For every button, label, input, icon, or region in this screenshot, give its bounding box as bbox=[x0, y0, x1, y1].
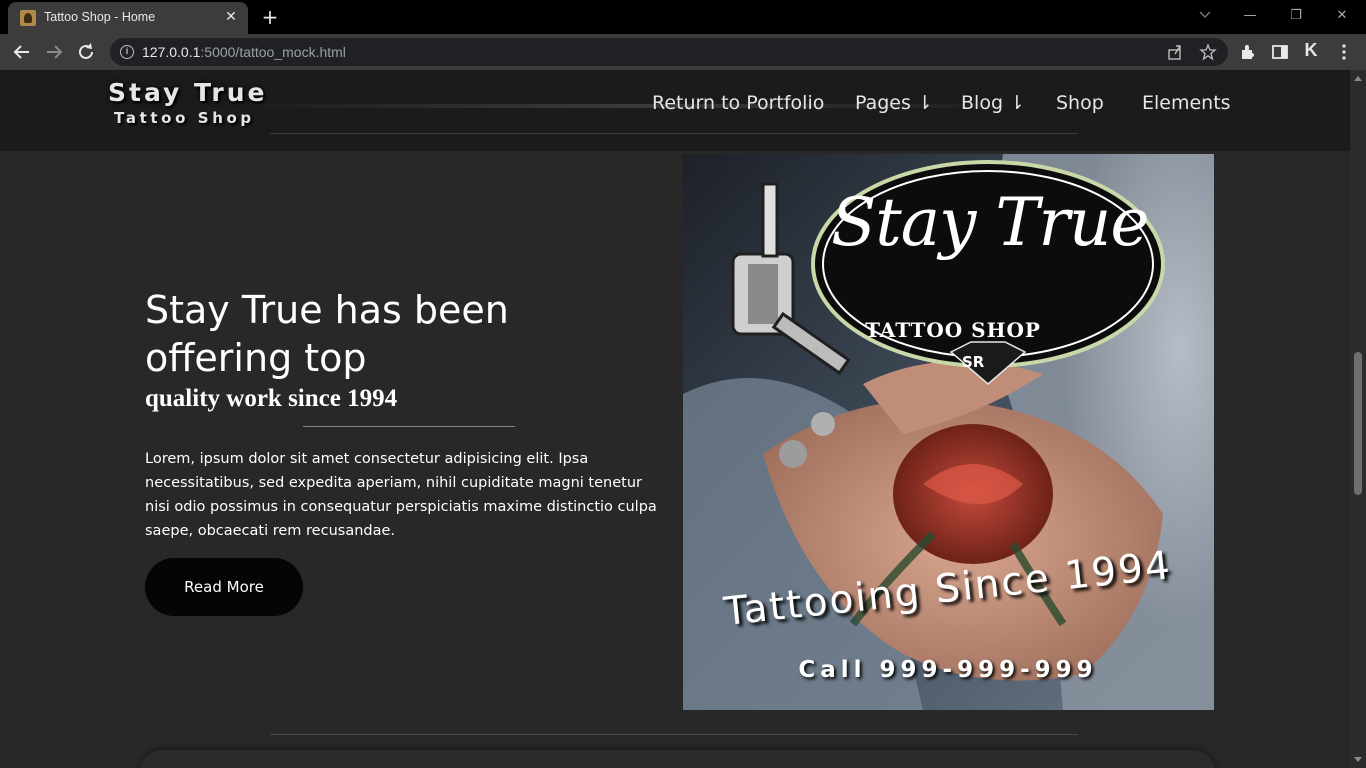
url-text[interactable]: 127.0.0.1:5000/tattoo_mock.html bbox=[142, 44, 346, 60]
forward-icon[interactable] bbox=[42, 40, 66, 64]
brand-logo[interactable]: Stay True Tattoo Shop bbox=[108, 78, 267, 127]
nav-shop[interactable]: Shop bbox=[1056, 92, 1104, 114]
next-section-card bbox=[140, 750, 1215, 768]
nav-blog[interactable]: Blog ⇂ bbox=[961, 92, 1025, 114]
tab-search-chevron-icon[interactable] bbox=[1196, 8, 1214, 22]
tab-title: Tattoo Shop - Home bbox=[44, 10, 156, 24]
hero-title: Stay True has been offering top bbox=[145, 288, 509, 380]
read-more-button[interactable]: Read More bbox=[145, 558, 303, 616]
tattoo-favicon-icon bbox=[20, 10, 36, 26]
hero-poster-image: Stay True TATTOO SHOP SR Tattooing Since… bbox=[683, 154, 1214, 710]
close-window-icon[interactable]: ✕ bbox=[1330, 6, 1354, 26]
address-bar[interactable]: i 127.0.0.1:5000/tattoo_mock.html bbox=[110, 38, 1228, 66]
new-tab-icon[interactable]: + bbox=[258, 6, 282, 28]
hero-subtitle: quality work since 1994 bbox=[145, 385, 398, 412]
browser-tab[interactable]: Tattoo Shop - Home ✕ bbox=[8, 2, 248, 34]
extensions-icon[interactable] bbox=[1238, 42, 1258, 62]
bookmark-star-icon[interactable] bbox=[1199, 43, 1217, 61]
browser-toolbar: i 127.0.0.1:5000/tattoo_mock.html K bbox=[0, 34, 1366, 70]
site-header: Stay True Tattoo Shop Return to Portfoli… bbox=[0, 70, 1350, 151]
minimize-icon[interactable]: — bbox=[1238, 6, 1262, 26]
scroll-up-arrow-icon[interactable] bbox=[1354, 76, 1362, 81]
section-divider bbox=[270, 734, 1078, 735]
page-scrollbar[interactable] bbox=[1350, 70, 1366, 768]
page-viewport: Stay True Tattoo Shop Return to Portfoli… bbox=[0, 70, 1350, 768]
poster-logo-script: Stay True bbox=[831, 184, 1150, 261]
share-icon[interactable] bbox=[1166, 43, 1184, 61]
reload-icon[interactable] bbox=[74, 40, 98, 64]
restore-icon[interactable]: ❐ bbox=[1284, 6, 1308, 26]
url-host: 127.0.0.1 bbox=[142, 44, 201, 60]
menu-icon[interactable] bbox=[1334, 42, 1354, 62]
info-icon[interactable]: i bbox=[120, 45, 134, 59]
brand-tagline: Tattoo Shop bbox=[114, 109, 255, 127]
side-panel-icon[interactable] bbox=[1270, 42, 1290, 62]
scroll-thumb[interactable] bbox=[1354, 352, 1362, 495]
hero-divider bbox=[303, 426, 515, 427]
browser-tab-bar: Tattoo Shop - Home ✕ + — ❐ ✕ bbox=[0, 0, 1366, 34]
hero-body-text: Lorem, ipsum dolor sit amet consectetur … bbox=[145, 451, 657, 539]
close-tab-icon[interactable]: ✕ bbox=[222, 8, 240, 26]
nav-elements[interactable]: Elements bbox=[1142, 92, 1231, 114]
back-icon[interactable] bbox=[10, 40, 34, 64]
header-divider bbox=[270, 133, 1078, 134]
profile-icon[interactable]: K bbox=[1301, 40, 1321, 60]
scroll-down-arrow-icon[interactable] bbox=[1354, 757, 1362, 762]
nav-pages[interactable]: Pages ⇂ bbox=[855, 92, 933, 114]
poster-badge-text: SR bbox=[962, 353, 985, 371]
poster-phone: Call 999-999-999 bbox=[798, 657, 1098, 683]
url-path: :5000/tattoo_mock.html bbox=[200, 44, 346, 60]
poster-logo-subtitle: TATTOO SHOP bbox=[865, 318, 1041, 342]
nav-return-to-portfolio[interactable]: Return to Portfolio bbox=[652, 92, 824, 114]
brand-name: Stay True bbox=[108, 78, 268, 107]
